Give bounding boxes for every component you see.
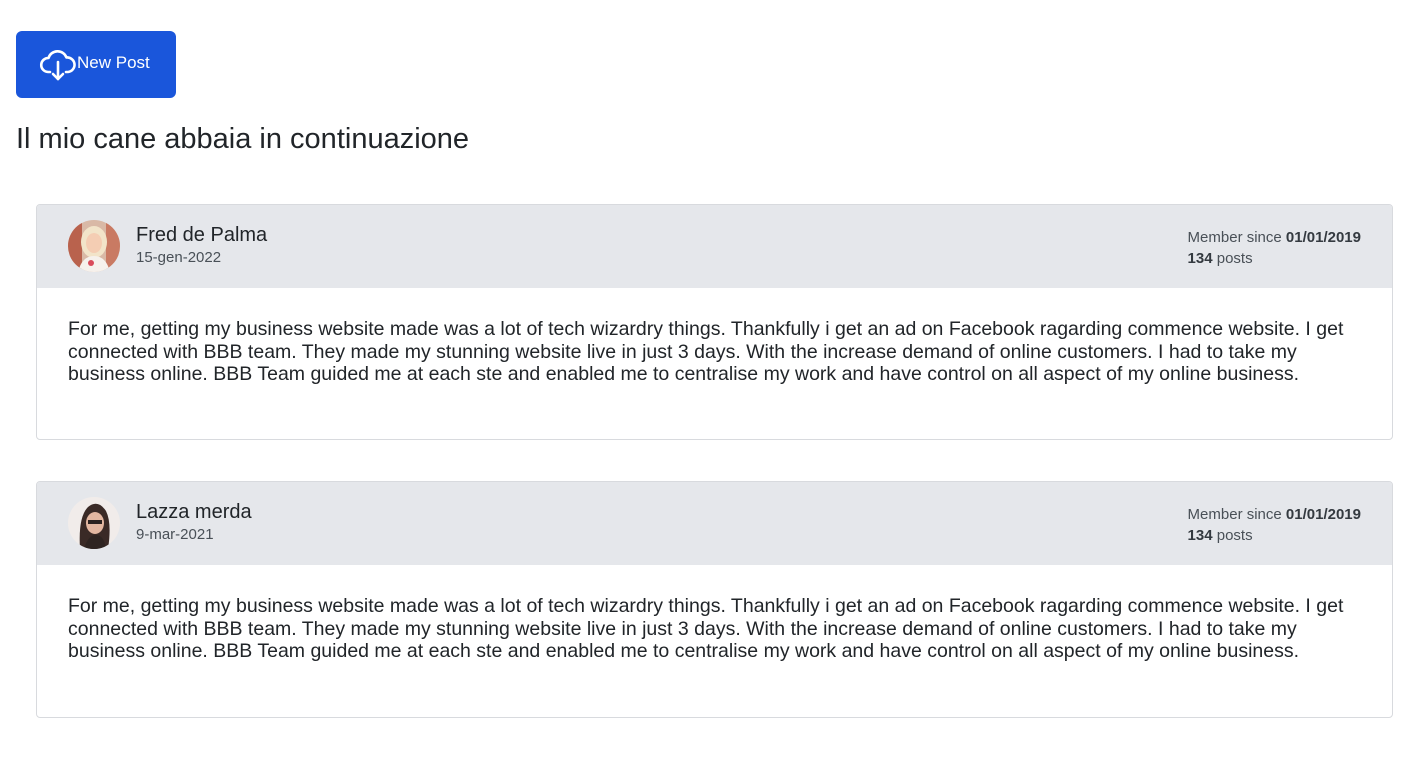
post-count-value: 134 bbox=[1187, 250, 1213, 267]
member-since-label: Member since bbox=[1187, 229, 1286, 246]
post-date: 9-mar-2021 bbox=[136, 526, 214, 543]
avatar[interactable] bbox=[68, 497, 120, 549]
author-name[interactable]: Lazza merda bbox=[136, 501, 252, 524]
post-count-label: posts bbox=[1216, 527, 1253, 544]
member-since-date: 01/01/2019 bbox=[1285, 229, 1361, 246]
member-since-date: 01/01/2019 bbox=[1285, 506, 1361, 523]
new-post-button[interactable]: New Post bbox=[16, 31, 176, 98]
thread-title: Il mio cane abbaia in continuazione bbox=[16, 123, 470, 155]
cloud-download-icon bbox=[38, 45, 78, 85]
post-header: Fred de Palma 15-gen-2022 Member since 0… bbox=[37, 205, 1392, 288]
member-since-label: Member since bbox=[1187, 506, 1286, 523]
post-body: For me, getting my business website made… bbox=[68, 595, 1344, 663]
post-body: For me, getting my business website made… bbox=[68, 318, 1344, 386]
avatar[interactable] bbox=[68, 220, 120, 272]
forum-thread-page: New Post Il mio cane abbaia in continuaz… bbox=[0, 0, 1427, 760]
new-post-label: New Post bbox=[77, 52, 150, 72]
member-since: Member since 01/01/2019 bbox=[1188, 504, 1361, 525]
post-count: 134 posts bbox=[1188, 248, 1361, 269]
post-card: Fred de Palma 15-gen-2022 Member since 0… bbox=[36, 204, 1393, 440]
post-date: 15-gen-2022 bbox=[136, 249, 222, 266]
post-header: Lazza merda 9-mar-2021 Member since 01/0… bbox=[37, 482, 1392, 565]
author-meta: Member since 01/01/2019 134 posts bbox=[1188, 227, 1361, 269]
post-card: Lazza merda 9-mar-2021 Member since 01/0… bbox=[36, 481, 1393, 718]
member-since: Member since 01/01/2019 bbox=[1188, 227, 1361, 248]
post-count-value: 134 bbox=[1187, 527, 1213, 544]
author-meta: Member since 01/01/2019 134 posts bbox=[1188, 504, 1361, 546]
post-count: 134 posts bbox=[1188, 525, 1361, 546]
post-count-label: posts bbox=[1216, 250, 1253, 267]
author-name[interactable]: Fred de Palma bbox=[136, 224, 267, 247]
